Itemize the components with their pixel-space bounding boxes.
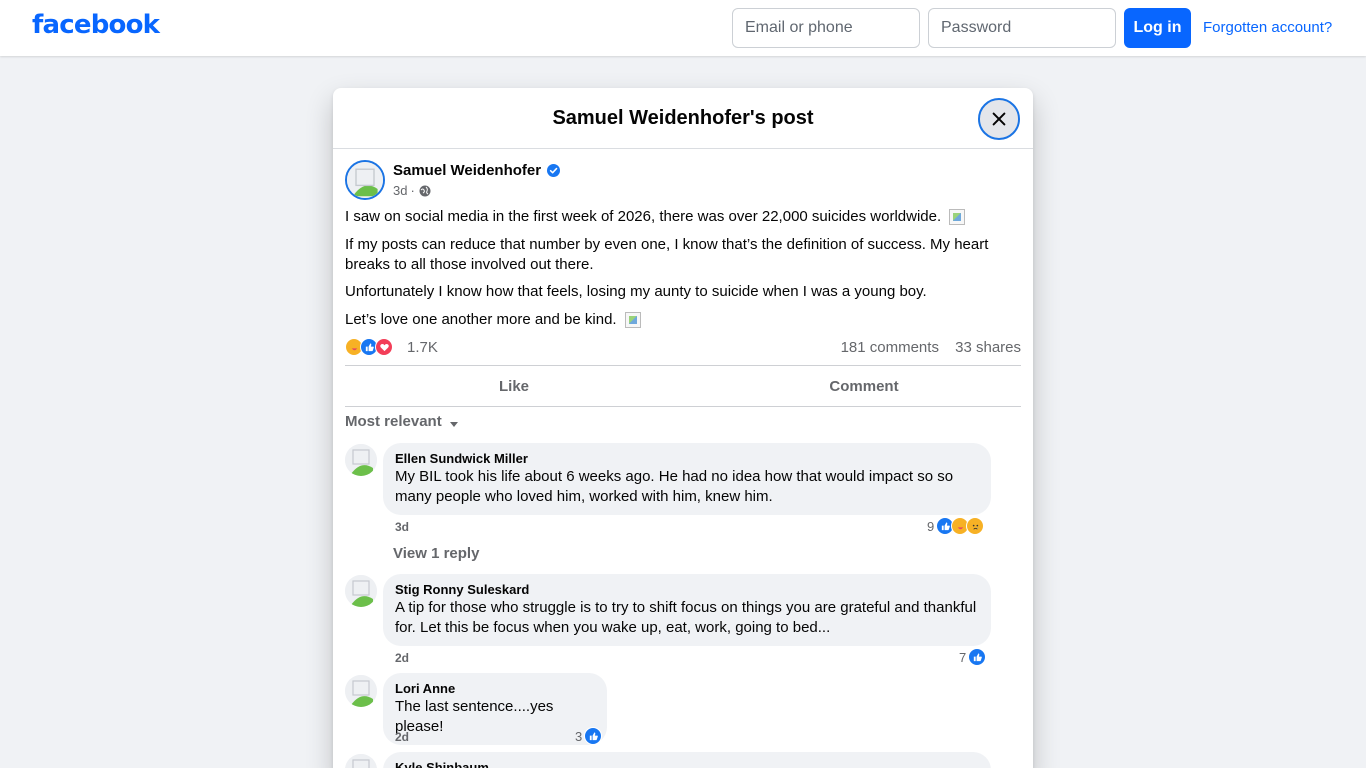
close-button[interactable] bbox=[978, 98, 1020, 140]
comment-time[interactable]: 2d bbox=[395, 651, 409, 665]
commenter-avatar[interactable] bbox=[345, 754, 377, 768]
dialog-header: Samuel Weidenhofer's post bbox=[333, 88, 1033, 149]
comment-reactions[interactable]: 3 bbox=[575, 727, 603, 745]
broken-image-icon bbox=[347, 162, 383, 198]
broken-image-icon bbox=[345, 444, 377, 476]
broken-image-icon bbox=[345, 575, 377, 607]
comment-bubble: Stig Ronny Suleskard A tip for those who… bbox=[383, 574, 991, 646]
comment-button[interactable]: Comment bbox=[695, 366, 1033, 406]
post-dialog: Samuel Weidenhofer's post Samuel Weidenh… bbox=[333, 88, 1033, 768]
post-paragraph-1: I saw on social media in the first week … bbox=[345, 207, 1005, 227]
post-paragraph-3: Unfortunately I know how that feels, los… bbox=[345, 283, 927, 300]
email-field[interactable] bbox=[732, 8, 920, 48]
forgot-account-link[interactable]: Forgotten account? bbox=[1203, 19, 1332, 36]
post-paragraph-1-text: I saw on social media in the first week … bbox=[345, 208, 942, 225]
love-reaction-icon bbox=[375, 338, 393, 356]
commenter-avatar[interactable] bbox=[345, 575, 377, 607]
comment-reactions[interactable]: 7 bbox=[959, 648, 987, 666]
commenter-name[interactable]: Kyle Shinbaum bbox=[395, 760, 979, 768]
comment-bubble: Ellen Sundwick Miller My BIL took his li… bbox=[383, 443, 991, 515]
comment-time[interactable]: 3d bbox=[395, 520, 409, 534]
reaction-count[interactable]: 1.7K bbox=[407, 339, 438, 356]
author-avatar[interactable] bbox=[345, 160, 385, 200]
view-replies-link[interactable]: View 1 reply bbox=[393, 545, 479, 562]
top-bar: facebook Log in Forgotten account? bbox=[0, 0, 1366, 56]
post-stats: 181 comments 33 shares bbox=[829, 339, 1021, 356]
login-button[interactable]: Log in bbox=[1124, 8, 1191, 48]
emoji-image-icon bbox=[949, 209, 966, 226]
comment-reaction-count: 9 bbox=[927, 518, 935, 534]
post-paragraph-4: Let’s love one another more and be kind. bbox=[345, 310, 1005, 330]
broken-image-icon bbox=[345, 754, 377, 768]
commenter-name[interactable]: Stig Ronny Suleskard bbox=[395, 582, 979, 598]
commenter-avatar[interactable] bbox=[345, 444, 377, 476]
password-field[interactable] bbox=[928, 8, 1116, 48]
comment-time[interactable]: 2d bbox=[395, 730, 409, 744]
post-paragraph-4-text: Let’s love one another more and be kind. bbox=[345, 311, 617, 328]
post-time[interactable]: 3d bbox=[393, 183, 407, 198]
post-meta: 3d · bbox=[393, 183, 431, 198]
comment-sort-dropdown[interactable]: Most relevant bbox=[345, 413, 460, 430]
comment-text: A tip for those who struggle is to try t… bbox=[395, 599, 977, 636]
facebook-logo[interactable]: facebook bbox=[32, 10, 160, 40]
reaction-icons[interactable] bbox=[345, 338, 393, 356]
shares-count[interactable]: 33 shares bbox=[955, 339, 1021, 356]
reactions-summary: 1.7K 181 comments 33 shares bbox=[345, 338, 1021, 358]
comments-count[interactable]: 181 comments bbox=[841, 339, 939, 356]
comment-reaction-count: 3 bbox=[575, 728, 583, 744]
comment-text: My BIL took his life about 6 weeks ago. … bbox=[395, 468, 954, 505]
post-paragraph-2: If my posts can reduce that number by ev… bbox=[345, 236, 989, 273]
emoji-image-icon bbox=[624, 312, 641, 329]
commenter-avatar[interactable] bbox=[345, 675, 377, 707]
post-author[interactable]: Samuel Weidenhofer bbox=[393, 162, 561, 179]
globe-icon bbox=[419, 185, 431, 196]
verified-badge-icon bbox=[547, 164, 561, 177]
sort-label: Most relevant bbox=[345, 413, 442, 430]
meta-separator: · bbox=[410, 183, 415, 198]
post-action-bar: Like Comment bbox=[345, 365, 1021, 407]
comment-text: The last sentence....yes please! bbox=[395, 698, 554, 735]
commenter-name[interactable]: Lori Anne bbox=[395, 681, 595, 697]
commenter-name[interactable]: Ellen Sundwick Miller bbox=[395, 451, 979, 467]
author-name[interactable]: Samuel Weidenhofer bbox=[393, 162, 541, 179]
close-icon bbox=[992, 112, 1006, 126]
caret-down-icon bbox=[449, 421, 458, 427]
sad-reaction-icon bbox=[966, 517, 985, 535]
like-reaction-icon bbox=[584, 727, 603, 745]
comment-bubble: Kyle Shinbaum bbox=[383, 752, 991, 768]
comment-reactions[interactable]: 9 bbox=[927, 517, 985, 535]
comment-bubble: Lori Anne The last sentence....yes pleas… bbox=[383, 673, 607, 745]
comment-reaction-count: 7 bbox=[959, 649, 967, 665]
like-button[interactable]: Like bbox=[345, 366, 683, 406]
broken-image-icon bbox=[345, 675, 377, 707]
dialog-title: Samuel Weidenhofer's post bbox=[552, 107, 814, 129]
like-reaction-icon bbox=[968, 648, 987, 666]
